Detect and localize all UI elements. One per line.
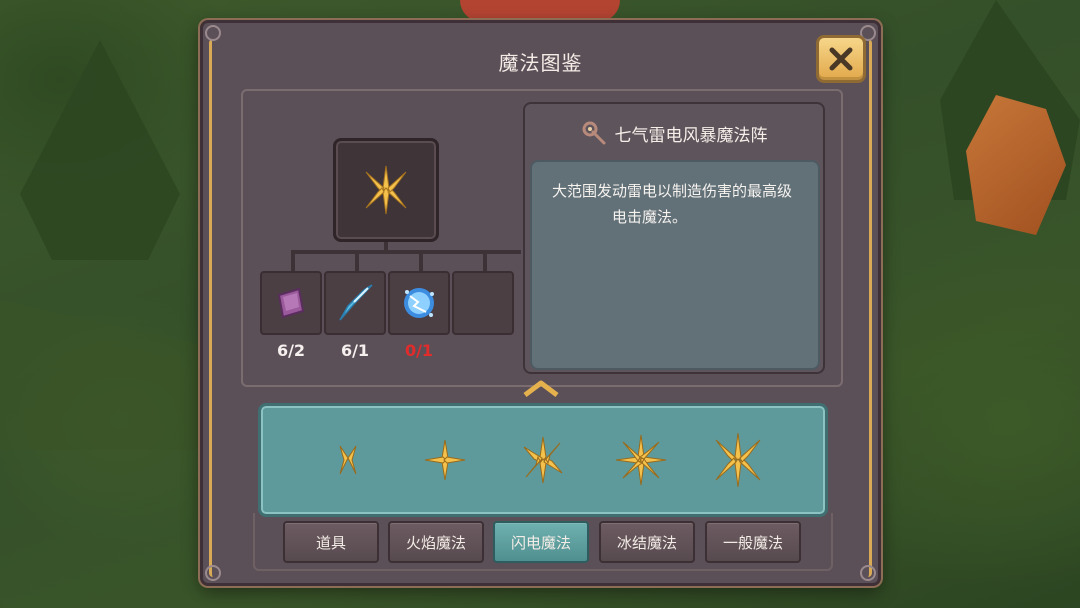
spell-name-row: 七气雷电风暴魔法阵 <box>525 120 823 146</box>
spell-item[interactable] <box>606 425 676 495</box>
ingredient-count-insufficient: 0/1 <box>404 341 434 360</box>
spell-name: 七气雷电风暴魔法阵 <box>614 125 768 146</box>
spell-detail-panel: 七气雷电风暴魔法阵 大范围发动雷电以制造伤害的最高级 电击魔法。 <box>523 102 825 374</box>
ingredient-count: 6/2 <box>276 341 306 360</box>
spell-item[interactable] <box>703 425 773 495</box>
ingredient-slot[interactable] <box>388 271 450 335</box>
tree-connector <box>419 250 423 272</box>
spell-item[interactable] <box>508 425 578 495</box>
close-button[interactable] <box>816 35 866 83</box>
tab-ice-magic[interactable]: 冰结魔法 <box>599 521 695 563</box>
ingredient-slot[interactable] <box>260 271 322 335</box>
window-title: 魔法图鉴 <box>498 51 583 75</box>
lightning-spell-5-icon <box>715 432 761 488</box>
tab-general-magic[interactable]: 一般魔法 <box>705 521 801 563</box>
spell-description-box: 大范围发动雷电以制造伤害的最高级 电击魔法。 <box>530 160 820 370</box>
lightning-spell-2-icon <box>425 439 466 481</box>
collapse-toggle[interactable] <box>521 378 561 398</box>
tree-connector <box>355 250 359 272</box>
ingredient-slot[interactable] <box>324 271 386 335</box>
spell-item[interactable] <box>313 425 383 495</box>
tree-connector <box>291 250 295 272</box>
lightning-spell-4-icon <box>615 434 666 486</box>
tab-items[interactable]: 道具 <box>283 521 379 563</box>
corner-ornament <box>860 565 876 581</box>
ingredient-count: 6/1 <box>340 341 370 360</box>
background-character <box>460 0 620 22</box>
blue-shard-icon <box>339 284 373 321</box>
chevron-up-icon <box>523 380 559 397</box>
tab-lightning-magic[interactable]: 闪电魔法 <box>493 521 589 563</box>
thunderstorm-spell-icon <box>365 165 407 215</box>
magic-staff-icon <box>582 121 605 145</box>
background-tree <box>20 40 180 260</box>
background-terrain <box>0 300 200 450</box>
empty-ingredient-slot[interactable] <box>452 271 514 335</box>
spell-item[interactable] <box>410 425 480 495</box>
spell-list <box>258 403 828 517</box>
corner-ornament <box>205 25 221 41</box>
purple-crystal-icon <box>277 287 305 319</box>
tree-connector <box>483 250 487 272</box>
lightning-spell-3-icon <box>523 436 563 484</box>
spell-description-line: 电击魔法。 <box>612 208 688 226</box>
result-spell-slot[interactable] <box>333 138 439 242</box>
corner-ornament <box>205 565 221 581</box>
magic-codex-window: 魔法图鉴 6/2 6/1 0/1 七气雷电风暴魔法阵 大范围发动雷电以制造伤害的… <box>200 20 881 586</box>
lightning-spell-1-icon <box>339 445 357 475</box>
lightning-orb-icon <box>404 288 434 318</box>
spell-description-line: 大范围发动雷电以制造伤害的最高级 <box>552 182 793 200</box>
close-icon <box>829 47 853 71</box>
tab-fire-magic[interactable]: 火焰魔法 <box>388 521 484 563</box>
